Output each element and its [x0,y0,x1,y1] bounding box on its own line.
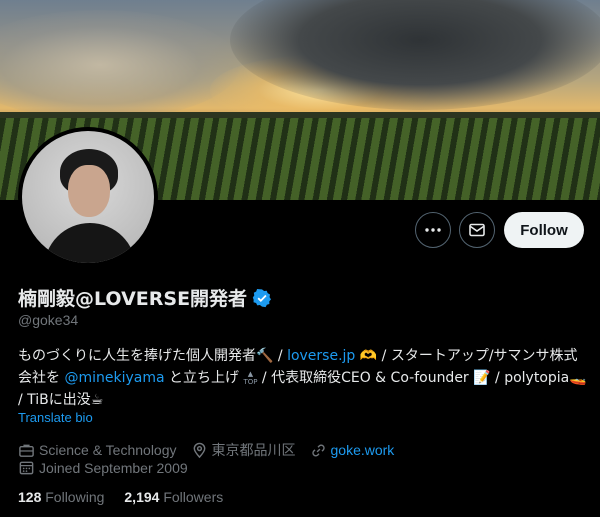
calendar-icon [19,461,34,475]
handle: @goke34 [18,312,79,328]
link-icon [311,444,325,456]
hammer-emoji: 🔨 [256,348,274,364]
followers-count: 2,194 [124,489,160,505]
profile-meta: Science & Technology 東京都品川区 goke.work [18,440,394,460]
bio-link-loverse[interactable]: loverse.jp [287,348,355,364]
location-label: 東京都品川区 [211,442,296,458]
bio-text: ものづくりに人生を捧げた個人開発者 [18,348,256,364]
bio-text: と立ち上げ [164,370,239,386]
joined-row: Joined September 2009 [18,459,188,476]
avatar[interactable] [18,127,158,267]
bio-separator: / [273,348,288,364]
display-name: 楠剛毅@LOVERSE開発者 [18,288,248,310]
more-icon [425,228,441,232]
followers-link[interactable]: 2,194 Followers [124,489,223,505]
bio-text: / 代表取締役CEO & Co-founder [257,370,474,386]
location: 東京都品川区 [191,440,296,460]
joined: Joined September 2009 [18,459,188,476]
follow-stats: 128 Following 2,194 Followers [18,489,223,505]
message-button[interactable] [459,212,495,248]
joined-label: Joined September 2009 [39,459,188,476]
category-label: Science & Technology [39,442,177,458]
bio-mention-minekiyama[interactable]: @minekiyama [64,370,164,386]
top-arrow-icon: ▲ TOP [243,370,258,386]
website-link[interactable]: goke.work [331,442,395,458]
memo-emoji: 📝 [473,370,491,386]
heart-hands-emoji: 🫶 [359,348,378,364]
follow-button[interactable]: Follow [504,212,584,248]
following-count: 128 [18,489,42,505]
following-label: Following [45,489,105,505]
avatar-photo [22,131,154,263]
translate-bio-link[interactable]: Translate bio [18,410,93,425]
location-pin-icon [193,442,205,458]
name-row: 楠剛毅@LOVERSE開発者 [18,284,272,311]
followers-label: Followers [163,489,224,505]
more-button[interactable] [415,212,451,248]
boat-emoji: 🚤 [569,370,587,386]
category: Science & Technology [18,442,177,459]
envelope-icon [469,223,485,237]
coffee-emoji: ☕ [90,392,104,408]
bio-text: / TiBに出没 [18,392,91,408]
bio: ものづくりに人生を捧げた個人開発者🔨 / loverse.jp 🫶 / スタート… [18,345,588,411]
following-link[interactable]: 128 Following [18,489,104,505]
verified-badge-icon[interactable] [252,288,272,308]
briefcase-icon [19,444,34,457]
bio-text: / polytopia [490,370,570,386]
website[interactable]: goke.work [310,442,395,459]
